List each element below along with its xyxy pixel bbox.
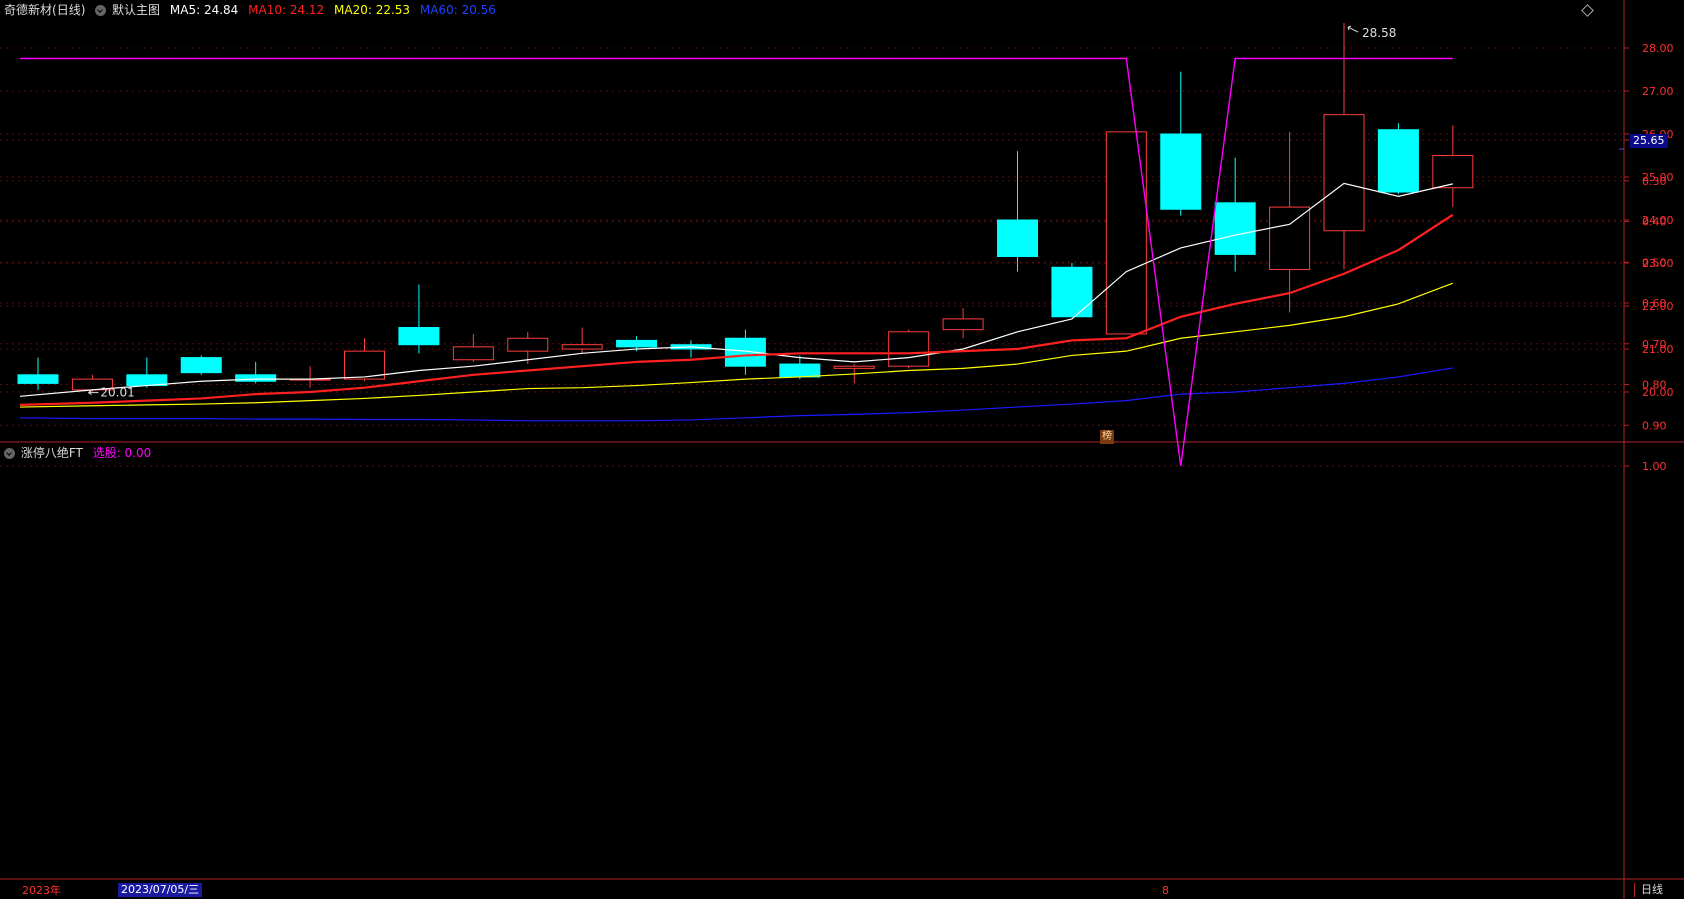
candle-body bbox=[561, 344, 603, 350]
period-label: (日线) bbox=[52, 3, 86, 17]
candle-body bbox=[1432, 155, 1474, 189]
candle-body bbox=[180, 357, 222, 374]
kline-chart[interactable]: 20.0021.0022.0023.0024.0025.0026.0027.00… bbox=[0, 0, 1684, 899]
chevron-down-icon[interactable] bbox=[4, 448, 15, 459]
candle-body bbox=[833, 365, 875, 369]
y-tick-label: 27.00 bbox=[1642, 85, 1674, 98]
candle-body bbox=[398, 327, 440, 346]
y-tick-label: 1.00 bbox=[1642, 460, 1667, 473]
candle-body bbox=[1160, 133, 1202, 210]
date-label: 2023/07/05/三 bbox=[118, 883, 203, 897]
time-tick-label: 8 bbox=[1162, 884, 1169, 897]
candle-body bbox=[1323, 114, 1365, 232]
candle bbox=[1214, 157, 1256, 272]
candle bbox=[1432, 125, 1474, 208]
candle-body bbox=[616, 339, 658, 348]
candle bbox=[452, 333, 494, 362]
indicator-value: 选股: 0.00 bbox=[92, 446, 152, 460]
candle bbox=[561, 327, 603, 354]
candle-body bbox=[779, 363, 821, 378]
candle bbox=[180, 355, 222, 375]
candle-body bbox=[997, 219, 1039, 258]
y-tick-label: 0.60 bbox=[1642, 297, 1667, 310]
candle-body bbox=[888, 331, 930, 367]
ma20-label: MA20: 22.53 bbox=[334, 3, 411, 17]
candle bbox=[1377, 123, 1419, 195]
ma-line-ma60 bbox=[19, 367, 1453, 422]
low-annotation: 20.01 bbox=[100, 386, 134, 400]
y-tick-label: 0.70 bbox=[1642, 338, 1667, 351]
stock-name: 奇德新材 bbox=[4, 3, 53, 17]
candle bbox=[888, 329, 930, 369]
candle-body bbox=[17, 374, 59, 384]
ma60-label: MA60: 20.56 bbox=[419, 3, 496, 17]
ma5-label: MA5: 24.84 bbox=[169, 3, 239, 17]
y-tick-label: 0.80 bbox=[1642, 379, 1667, 392]
candle-body bbox=[1214, 202, 1256, 255]
candle-body bbox=[942, 318, 984, 331]
candle bbox=[942, 308, 984, 339]
y-tick-label: 0.50 bbox=[1642, 256, 1667, 269]
candle bbox=[126, 357, 168, 388]
candle-body bbox=[1269, 206, 1311, 270]
sub-panel-header: 涨停八绝FT 选股: 0.00 bbox=[4, 446, 157, 460]
candle bbox=[1269, 131, 1311, 313]
event-marker[interactable]: 榜 bbox=[1100, 430, 1114, 444]
candle bbox=[1051, 263, 1093, 318]
candle-body bbox=[235, 374, 277, 382]
arrow-icon bbox=[1347, 25, 1359, 33]
candle-body bbox=[507, 337, 549, 352]
ma10-label: MA10: 24.12 bbox=[248, 3, 325, 17]
candle bbox=[398, 284, 440, 354]
candle bbox=[1323, 23, 1365, 270]
current-price-tag: 25.65 bbox=[1630, 134, 1668, 148]
indicator-label[interactable]: 涨停八绝FT bbox=[21, 446, 83, 460]
y-tick-label: 0.30 bbox=[1642, 175, 1667, 188]
candle-body bbox=[1051, 266, 1093, 318]
y-tick-label: 0.40 bbox=[1642, 216, 1667, 229]
main-panel-header: 奇德新材(日线) 默认主图 MA5: 24.84 MA10: 24.12 MA2… bbox=[4, 3, 502, 17]
candle-body bbox=[1377, 129, 1419, 193]
candle bbox=[997, 151, 1039, 272]
y-tick-label: 28.00 bbox=[1642, 42, 1674, 55]
candle-body bbox=[452, 346, 494, 361]
template-label[interactable]: 默认主图 bbox=[112, 3, 160, 17]
chevron-down-icon[interactable] bbox=[95, 5, 107, 16]
high-annotation: 28.58 bbox=[1362, 26, 1396, 40]
candle bbox=[1160, 71, 1202, 216]
candle bbox=[17, 357, 59, 390]
candle bbox=[670, 340, 712, 358]
y-tick-label: 0.90 bbox=[1642, 419, 1667, 432]
year-label: 2023年 bbox=[22, 884, 61, 897]
arrow-icon bbox=[88, 390, 99, 395]
period-button[interactable]: 日线 bbox=[1634, 883, 1669, 897]
